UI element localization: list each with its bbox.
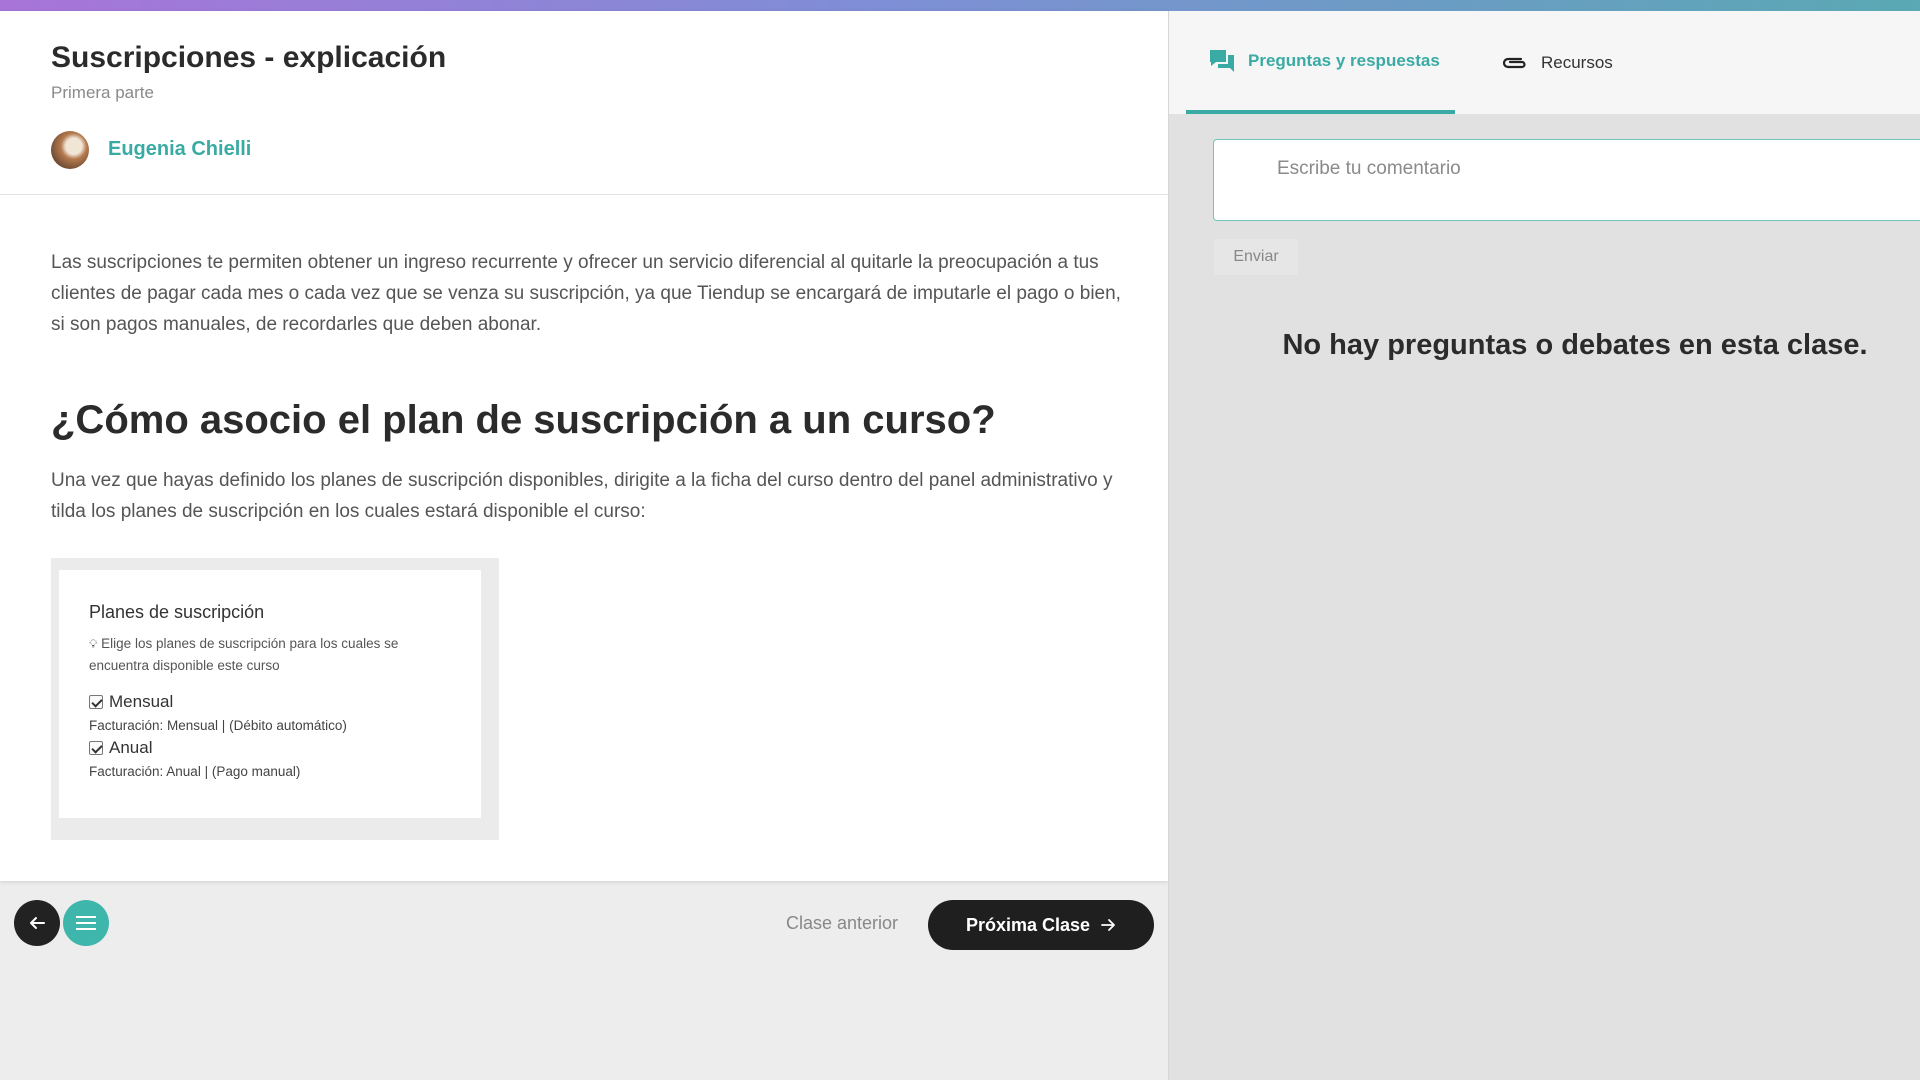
section-paragraph: Una vez que hayas definido los planes de…	[51, 470, 1113, 522]
lesson-title: Suscripciones - explicación	[51, 41, 447, 74]
hamburger-menu-icon	[76, 916, 96, 930]
tab-recursos[interactable]: Recursos	[1501, 11, 1613, 114]
empty-state-message: No hay preguntas o debates en esta clase…	[1282, 329, 1868, 361]
lightbulb-icon: 💡︎	[89, 637, 98, 651]
chat-bubbles-icon	[1210, 49, 1234, 72]
menu-button[interactable]	[63, 900, 109, 946]
lesson-content: Las suscripciones te permiten obtener un…	[51, 247, 1121, 527]
send-button[interactable]: Enviar	[1214, 239, 1298, 275]
plans-title: Planes de suscripción	[89, 602, 265, 622]
lesson-subtitle: Primera parte	[51, 83, 154, 102]
lesson-card: Suscripciones - explicación Primera part…	[0, 11, 1168, 881]
plan-option-anual: Anual	[89, 738, 152, 758]
qa-sidebar: Preguntas y respuestas Recursos Enviar N…	[1168, 11, 1920, 1080]
plans-hint: 💡︎ Elige los planes de suscripción para …	[89, 633, 459, 676]
tab-preguntas-y-respuestas[interactable]: Preguntas y respuestas	[1186, 11, 1455, 114]
plans-hint-text: Elige los planes de suscripción para los…	[89, 636, 399, 673]
arrow-right-icon	[1101, 919, 1115, 931]
subscription-plans-screenshot: Planes de suscripción 💡︎ Elige los plane…	[51, 558, 499, 840]
author-avatar[interactable]	[51, 131, 89, 169]
plan-label: Mensual	[109, 692, 174, 711]
previous-class-button[interactable]: Clase anterior	[786, 913, 898, 934]
comment-input[interactable]	[1277, 158, 1897, 180]
paperclip-icon	[1502, 57, 1526, 68]
plan-label: Anual	[109, 738, 153, 757]
top-gradient-bar	[0, 0, 1920, 11]
checkbox-checked-icon	[89, 741, 103, 755]
tab-label: Preguntas y respuestas	[1248, 50, 1440, 70]
tab-label: Recursos	[1541, 52, 1613, 72]
next-class-button[interactable]: Próxima Clase	[928, 900, 1154, 950]
plan-billing: Facturación: Anual | (Pago manual)	[89, 764, 301, 779]
subscription-plans-card: Planes de suscripción 💡︎ Elige los plane…	[59, 570, 481, 818]
lesson-header: Suscripciones - explicación Primera part…	[0, 11, 1168, 195]
arrow-left-icon	[30, 917, 45, 929]
plan-option-mensual: Mensual	[89, 692, 173, 712]
author-name-link[interactable]: Eugenia Chielli	[108, 138, 251, 161]
comment-box	[1213, 139, 1920, 221]
back-button[interactable]	[14, 900, 60, 946]
sidebar-tabs: Preguntas y respuestas Recursos	[1169, 11, 1920, 114]
section-heading: ¿Cómo asocio el plan de suscripción a un…	[51, 398, 996, 442]
next-class-label: Próxima Clase	[965, 914, 1091, 935]
plan-billing: Facturación: Mensual | (Débito automátic…	[89, 718, 347, 733]
intro-paragraph: Las suscripciones te permiten obtener un…	[51, 252, 1121, 335]
checkbox-checked-icon	[89, 695, 103, 709]
